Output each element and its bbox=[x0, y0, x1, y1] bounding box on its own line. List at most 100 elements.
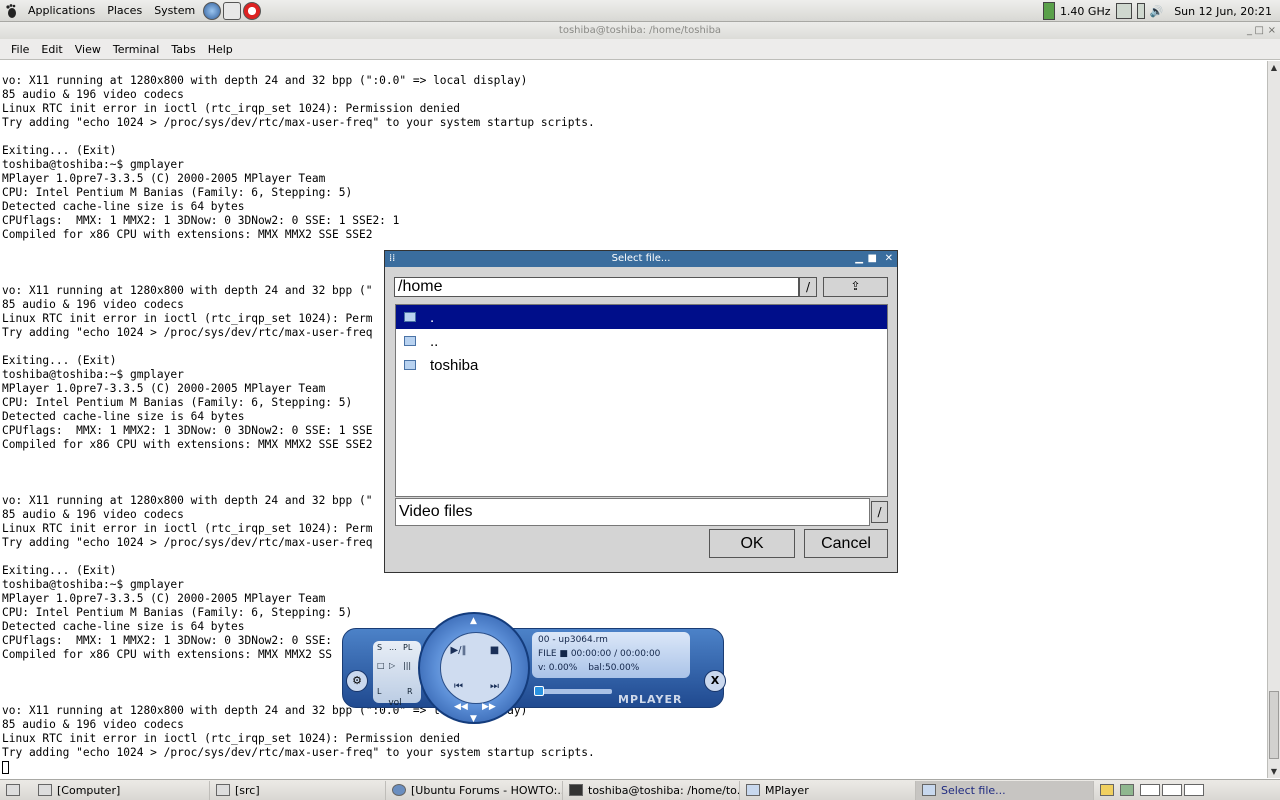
mplayer-icon bbox=[746, 784, 760, 796]
volume-icon[interactable]: 🔊 bbox=[1150, 5, 1164, 18]
close-icon[interactable]: × bbox=[1268, 22, 1276, 39]
menu-down-icon[interactable]: ▼ bbox=[470, 714, 477, 724]
workspace-2-icon[interactable] bbox=[1162, 784, 1182, 796]
seek-knob[interactable] bbox=[534, 686, 544, 696]
mplayer-close-button[interactable]: X bbox=[704, 670, 726, 692]
gnome-foot-icon[interactable] bbox=[0, 0, 22, 22]
preferences-button[interactable]: ... bbox=[389, 643, 397, 652]
terminal-menu-file[interactable]: File bbox=[5, 43, 35, 56]
path-dropdown-button[interactable]: / bbox=[799, 277, 817, 297]
file-list[interactable]: . .. toshiba bbox=[395, 304, 888, 497]
terminal-icon bbox=[569, 784, 583, 796]
entry-name: toshiba bbox=[430, 356, 479, 374]
cpu-monitor-icon[interactable] bbox=[1042, 2, 1055, 20]
tools-button[interactable]: ⚙ bbox=[346, 670, 368, 692]
clock[interactable]: Sun 12 Jun, 20:21 bbox=[1174, 5, 1272, 18]
folder-icon bbox=[404, 336, 416, 346]
terminal-line: CPUflags: MMX: 1 MMX2: 1 3DNow: 0 3DNow2… bbox=[2, 214, 400, 227]
show-desktop-icon[interactable] bbox=[6, 784, 20, 796]
workspace-3-icon[interactable] bbox=[1184, 784, 1204, 796]
close-x-icon: X bbox=[710, 674, 720, 687]
workspace-1-icon[interactable] bbox=[1140, 784, 1160, 796]
dialog-maximize-icon[interactable]: ■ bbox=[868, 251, 877, 267]
volume-label: vol bbox=[388, 698, 402, 708]
battery-icon[interactable] bbox=[1136, 3, 1145, 19]
terminal-scrollbar[interactable]: ▲ ▼ bbox=[1267, 61, 1280, 778]
task-ubuntu-forums[interactable]: [Ubuntu Forums - HOWTO:... bbox=[386, 780, 563, 800]
task-label: [src] bbox=[235, 783, 260, 797]
menu-applications[interactable]: Applications bbox=[22, 4, 101, 17]
dialog-close-icon[interactable]: ✕ bbox=[885, 251, 893, 267]
list-item[interactable]: .. bbox=[396, 329, 887, 353]
play-mini-icon[interactable]: ▷ bbox=[389, 661, 395, 670]
notification-icon[interactable] bbox=[1100, 784, 1114, 796]
file-type-filter[interactable]: Video files bbox=[395, 498, 870, 526]
terminal-menu-terminal[interactable]: Terminal bbox=[107, 43, 166, 56]
scroll-up-icon[interactable]: ▲ bbox=[1268, 61, 1280, 74]
path-input[interactable]: /home bbox=[394, 277, 799, 297]
rewind-icon[interactable]: ◀◀ bbox=[454, 702, 468, 712]
task-label: [Computer] bbox=[57, 783, 121, 797]
minimize-icon[interactable]: _ bbox=[1247, 22, 1252, 39]
task-label: MPlayer bbox=[765, 783, 809, 797]
ok-button[interactable]: OK bbox=[709, 529, 795, 558]
levels-line: v: 0.00% bal:50.00% bbox=[538, 661, 684, 675]
task-terminal[interactable]: toshiba@toshiba: /home/to... bbox=[563, 780, 740, 800]
seek-bar[interactable] bbox=[538, 689, 612, 694]
cpu-frequency: 1.40 GHz bbox=[1059, 4, 1111, 18]
dialog-menu-icon[interactable]: ⁞⁞ bbox=[389, 251, 395, 267]
terminal-line: MPlayer 1.0pre7-3.3.5 (C) 2000-2005 MPla… bbox=[2, 172, 326, 185]
transport-controls: ▶/‖ ■ ⏮ ⏭ bbox=[440, 632, 512, 704]
playlist-button[interactable]: PL bbox=[403, 643, 412, 652]
task-label: toshiba@toshiba: /home/to... bbox=[588, 783, 740, 797]
list-item[interactable]: toshiba bbox=[396, 353, 887, 377]
task-computer[interactable]: [Computer] bbox=[32, 780, 210, 800]
filter-dropdown-button[interactable]: / bbox=[871, 501, 888, 523]
mplayer-mini-panel: S ... PL □ ▷ ||| L R bbox=[373, 641, 421, 703]
scrollbar-thumb[interactable] bbox=[1269, 691, 1279, 759]
terminal-line: Linux RTC init error in ioctl (rtc_irqp_… bbox=[2, 732, 461, 745]
stop-button[interactable]: ■ bbox=[477, 633, 512, 668]
status-square-icon: ■ bbox=[559, 649, 568, 659]
terminal-titlebar[interactable]: toshiba@toshiba: /home/toshiba _ □ × bbox=[0, 22, 1280, 39]
menu-places[interactable]: Places bbox=[101, 4, 148, 17]
skin-button[interactable]: S bbox=[377, 643, 382, 652]
folder-icon bbox=[404, 312, 416, 322]
terminal-menu-tabs[interactable]: Tabs bbox=[165, 43, 201, 56]
terminal-menu-edit[interactable]: Edit bbox=[35, 43, 68, 56]
list-item[interactable]: . bbox=[396, 305, 887, 329]
terminal-menu-view[interactable]: View bbox=[69, 43, 107, 56]
task-label: Select file... bbox=[941, 783, 1006, 797]
mail-launcher-icon[interactable] bbox=[223, 1, 242, 20]
dialog-minimize-icon[interactable]: ▁ bbox=[855, 251, 863, 267]
help-launcher-icon[interactable] bbox=[243, 1, 262, 20]
stop-mini-icon[interactable]: □ bbox=[377, 661, 385, 670]
eject-icon[interactable]: ▲ bbox=[470, 616, 477, 626]
menu-system[interactable]: System bbox=[148, 4, 201, 17]
task-select-file[interactable]: Select file... bbox=[916, 780, 1094, 800]
cancel-button[interactable]: Cancel bbox=[804, 529, 888, 558]
terminal-cursor bbox=[2, 761, 9, 774]
wrench-icon: ⚙ bbox=[352, 674, 362, 687]
equalizer-icon[interactable]: ||| bbox=[403, 661, 411, 670]
maximize-icon[interactable]: □ bbox=[1255, 22, 1264, 39]
next-button[interactable]: ⏭ bbox=[477, 669, 512, 704]
folder-up-icon: ⇪ bbox=[850, 279, 861, 293]
network-icon[interactable] bbox=[1115, 3, 1132, 19]
scroll-down-icon[interactable]: ▼ bbox=[1268, 765, 1280, 778]
task-mplayer[interactable]: MPlayer bbox=[740, 780, 916, 800]
previous-button[interactable]: ⏮ bbox=[441, 669, 476, 704]
fast-forward-icon[interactable]: ▶▶ bbox=[482, 702, 496, 712]
web-browser-launcher-icon[interactable] bbox=[203, 1, 222, 20]
trash-icon[interactable] bbox=[1120, 784, 1134, 796]
terminal-menu-help[interactable]: Help bbox=[202, 43, 239, 56]
terminal-line: toshiba@toshiba:~$ gmplayer bbox=[2, 158, 184, 171]
parent-folder-button[interactable]: ⇪ bbox=[823, 277, 888, 297]
task-src[interactable]: [src] bbox=[210, 780, 386, 800]
play-pause-button[interactable]: ▶/‖ bbox=[441, 633, 476, 668]
file-label: FILE bbox=[538, 649, 557, 659]
dialog-titlebar[interactable]: ⁞⁞ Select file... ▁ ■ ✕ bbox=[385, 251, 897, 267]
balance-right-label: R bbox=[407, 687, 413, 696]
folder-icon bbox=[404, 360, 416, 370]
